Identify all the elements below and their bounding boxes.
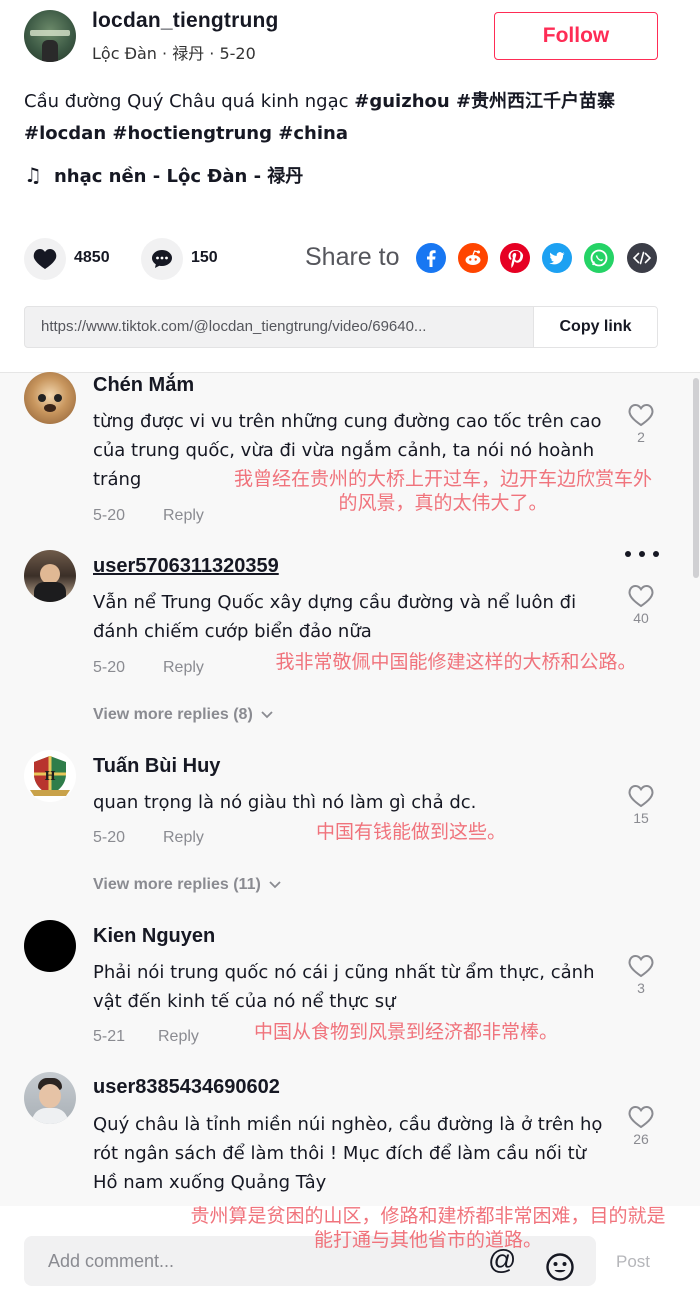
video-link-url[interactable]: https://www.tiktok.com/@locdan_tiengtrun… (41, 318, 531, 335)
heart-outline-icon (628, 403, 654, 427)
caption-hashtags-2[interactable]: #locdan #hoctiengtrung #china (24, 123, 348, 144)
avatar-figure (42, 40, 58, 62)
comment-translation: 贵州算是贫困的山区，修路和建桥都非常困难，目的就是能打通与其他省市的道路。 (190, 1205, 666, 1251)
comment-translation: 中国有钱能做到这些。 (316, 821, 507, 843)
comment-avatar[interactable] (24, 1072, 76, 1124)
video-info-header: locdan_tiengtrung Lộc Đàn · 禄丹 · 5-20 Fo… (0, 0, 700, 372)
avatar-banner (30, 30, 70, 36)
like-count: 4850 (74, 249, 110, 266)
more-options-icon[interactable] (625, 547, 659, 561)
heart-outline-icon (628, 584, 654, 608)
svg-text:H: H (44, 769, 55, 783)
comment-date: 5-20 (93, 829, 126, 846)
music-link[interactable]: ♫ nhạc nền - Lộc Đàn - 禄丹 (24, 162, 303, 188)
facebook-share-icon[interactable] (416, 243, 446, 273)
music-note-icon: ♫ (24, 163, 42, 187)
video-link-box: https://www.tiktok.com/@locdan_tiengtrun… (24, 306, 658, 348)
view-more-replies-label: View more replies (11) (93, 876, 261, 893)
music-title: nhạc nền - Lộc Đàn - 禄丹 (53, 166, 304, 187)
comment-text: Phải nói trung quốc nó cái j cũng nhất t… (93, 962, 595, 1012)
comment-button[interactable] (141, 238, 183, 280)
pinterest-share-icon[interactable] (500, 243, 530, 273)
comment-like-count: 15 (633, 810, 649, 826)
caption-hashtags-1[interactable]: #guizhou #贵州西江千户苗寨 (354, 91, 615, 112)
comment-bubble-icon (152, 250, 172, 268)
twitter-share-icon[interactable] (542, 243, 572, 273)
chevron-down-icon (269, 881, 281, 889)
heart-outline-icon (628, 954, 654, 978)
comment-avatar[interactable] (24, 550, 76, 602)
comment-date: 5-20 (93, 659, 126, 676)
comment-like-button[interactable]: 2 (626, 403, 656, 445)
heart-icon (33, 249, 57, 269)
caption-text: Cầu đường Quý Châu quá kinh ngạc (24, 91, 349, 112)
comment-like-count: 26 (633, 1131, 649, 1147)
comment-input-placeholder: Add comment... (48, 1251, 175, 1271)
emoji-icon[interactable] (545, 1252, 575, 1287)
comment-author[interactable]: user5706311320359 (93, 555, 279, 578)
comment-avatar[interactable] (24, 372, 76, 424)
comment-avatar[interactable] (24, 920, 76, 972)
comment-like-count: 3 (637, 980, 645, 996)
reply-button[interactable]: Reply (158, 1028, 199, 1046)
comment-translation: 中国从食物到风景到经济都非常棒。 (254, 1021, 559, 1043)
copy-link-button[interactable]: Copy link (533, 307, 657, 347)
heart-outline-icon (628, 1105, 654, 1129)
chevron-down-icon (261, 711, 273, 719)
author-avatar[interactable] (24, 10, 76, 62)
comment-date: 5-20 (93, 507, 126, 524)
comment-text: Quý châu là tỉnh miền núi nghèo, cầu đườ… (93, 1114, 603, 1193)
follow-button[interactable]: Follow (494, 12, 658, 60)
comment-text: quan trọng là nó giàu thì nó làm gì chả … (93, 792, 477, 813)
heart-outline-icon (628, 784, 654, 808)
comment-like-count: 2 (637, 429, 645, 445)
author-username[interactable]: locdan_tiengtrung (92, 9, 279, 33)
comment-like-button[interactable]: 15 (626, 784, 656, 826)
crest-icon: H (30, 756, 70, 796)
comment-avatar[interactable]: H (24, 750, 76, 802)
reddit-share-icon[interactable] (458, 243, 488, 273)
comment-translation: 我非常敬佩中国能修建这样的大桥和公路。 (275, 651, 637, 673)
whatsapp-share-icon[interactable] (584, 243, 614, 273)
view-more-replies[interactable]: View more replies (8) (93, 706, 273, 724)
comment-count: 150 (191, 249, 218, 266)
embed-code-icon[interactable] (627, 243, 657, 273)
video-caption: Cầu đường Quý Châu quá kinh ngạc #guizho… (24, 86, 674, 150)
comment-text: Vẫn nể Trung Quốc xây dựng cầu đường và … (93, 592, 577, 642)
comment-author[interactable]: Chén Mắm (93, 374, 194, 397)
comment-date: 5-21 (93, 1028, 126, 1045)
like-button[interactable] (24, 238, 66, 280)
comment-author[interactable]: user8385434690602 (93, 1076, 280, 1099)
share-to-label: Share to (305, 243, 400, 271)
comment-like-button[interactable]: 26 (626, 1105, 656, 1147)
comment-like-count: 40 (633, 610, 649, 626)
view-more-replies[interactable]: View more replies (11) (93, 876, 281, 894)
reply-button[interactable]: Reply (163, 829, 204, 847)
comment-like-button[interactable]: 3 (626, 954, 656, 996)
comment-author[interactable]: Kien Nguyen (93, 925, 215, 948)
comments-scrollbar[interactable] (693, 378, 699, 578)
post-button[interactable]: Post (616, 1252, 650, 1272)
comment-like-button[interactable]: 40 (626, 584, 656, 626)
reply-button[interactable]: Reply (163, 507, 204, 525)
comment-author[interactable]: Tuấn Bùi Huy (93, 755, 220, 778)
author-subline: Lộc Đàn · 禄丹 · 5-20 (92, 44, 256, 63)
reply-button[interactable]: Reply (163, 659, 204, 677)
view-more-replies-label: View more replies (8) (93, 706, 253, 723)
comment-translation: 我曾经在贵州的大桥上开过车，边开车边欣赏车外的风景，真的太伟大了。 (233, 468, 652, 514)
